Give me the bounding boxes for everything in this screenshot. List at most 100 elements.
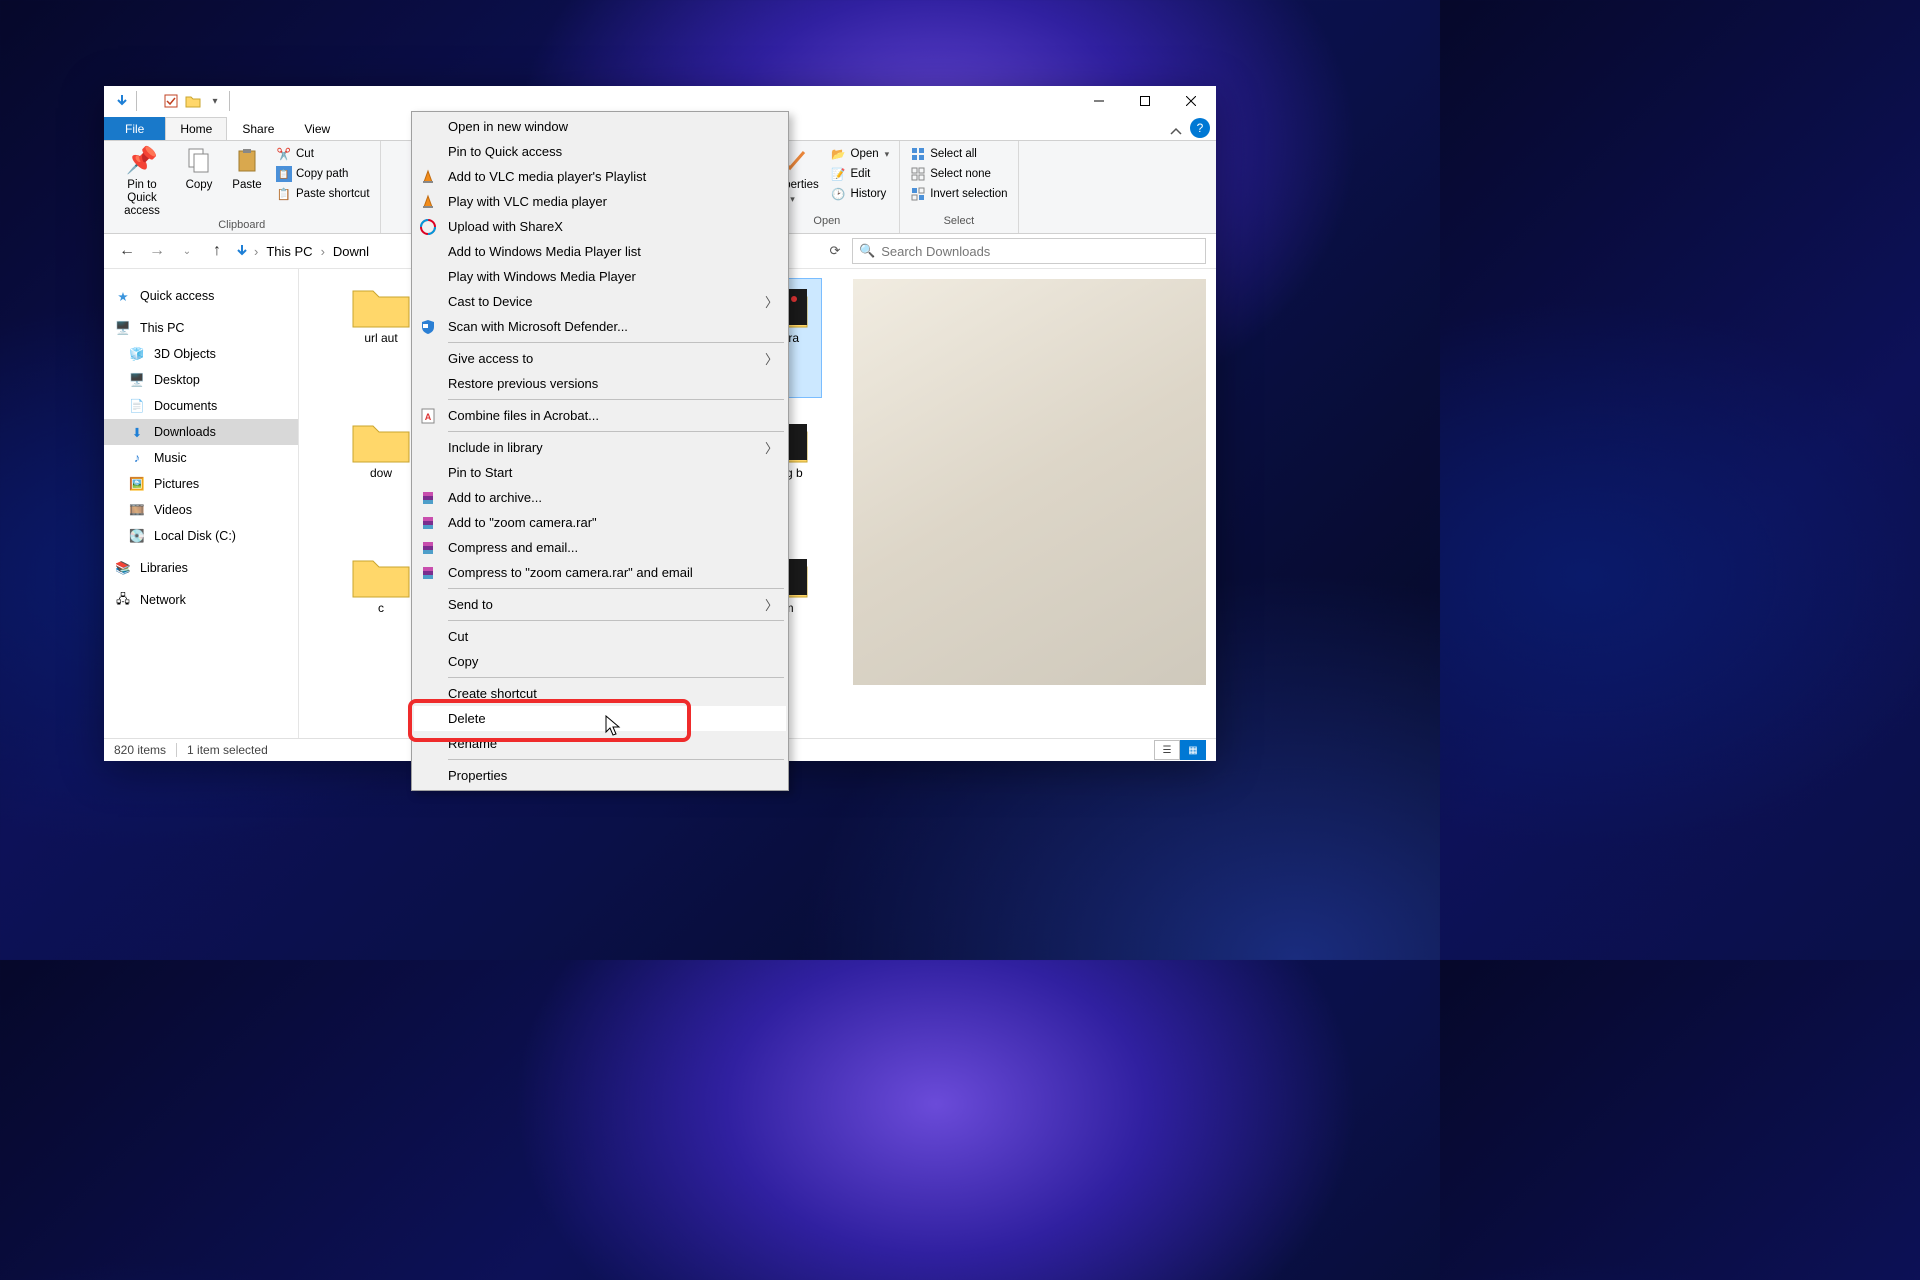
- context-item-send-to[interactable]: Send to〉: [414, 592, 786, 617]
- details-view-button[interactable]: ☰: [1154, 740, 1180, 760]
- context-item-cast-to-device[interactable]: Cast to Device〉: [414, 289, 786, 314]
- context-item-add-to-zoom-camera-rar[interactable]: Add to "zoom camera.rar": [414, 510, 786, 535]
- context-item-add-to-vlc-media-player-s-playlist[interactable]: Add to VLC media player's Playlist: [414, 164, 786, 189]
- context-item-play-with-vlc-media-player[interactable]: Play with VLC media player: [414, 189, 786, 214]
- nav-network[interactable]: 🖧Network: [104, 587, 298, 613]
- context-item-include-in-library[interactable]: Include in library〉: [414, 435, 786, 460]
- chevron-right-icon: 〉: [765, 595, 778, 614]
- defender-icon: [418, 317, 438, 337]
- maximize-button[interactable]: [1122, 86, 1168, 116]
- open-button[interactable]: 📂Open▾: [829, 145, 892, 163]
- pin-quick-access-button[interactable]: 📌 Pin to Quick access: [112, 145, 172, 219]
- context-item-label: Scan with Microsoft Defender...: [448, 319, 628, 334]
- chevron-right-icon[interactable]: ›: [254, 244, 258, 259]
- context-item-compress-to-zoom-camera-rar-and-email[interactable]: Compress to "zoom camera.rar" and email: [414, 560, 786, 585]
- tab-file[interactable]: File: [104, 117, 165, 140]
- minimize-button[interactable]: [1076, 86, 1122, 116]
- context-item-open-in-new-window[interactable]: Open in new window: [414, 114, 786, 139]
- copy-button[interactable]: Copy: [178, 145, 220, 192]
- context-item-add-to-archive[interactable]: Add to archive...: [414, 485, 786, 510]
- documents-icon: 📄: [128, 397, 146, 415]
- chevron-right-icon[interactable]: ›: [321, 244, 325, 259]
- paste-shortcut-button[interactable]: 📋Paste shortcut: [274, 185, 372, 203]
- nav-desktop[interactable]: 🖥️Desktop: [104, 367, 298, 393]
- nav-quick-access[interactable]: ★Quick access: [104, 283, 298, 309]
- context-item-pin-to-start[interactable]: Pin to Start: [414, 460, 786, 485]
- context-item-rename[interactable]: Rename: [414, 731, 786, 756]
- search-input[interactable]: 🔍 Search Downloads: [852, 238, 1206, 264]
- forward-button[interactable]: →: [144, 238, 170, 264]
- up-button[interactable]: ↑: [204, 238, 230, 264]
- context-item-combine-files-in-acrobat[interactable]: ACombine files in Acrobat...: [414, 403, 786, 428]
- context-item-give-access-to[interactable]: Give access to〉: [414, 346, 786, 371]
- group-clipboard: 📌 Pin to Quick access Copy Paste ✂️Cut 📋…: [104, 141, 381, 233]
- preview-pane: [853, 279, 1206, 685]
- nav-this-pc[interactable]: 🖥️This PC: [104, 315, 298, 341]
- context-item-restore-previous-versions[interactable]: Restore previous versions: [414, 371, 786, 396]
- close-button[interactable]: [1168, 86, 1214, 116]
- nav-videos[interactable]: 🎞️Videos: [104, 497, 298, 523]
- label: Select none: [930, 168, 991, 180]
- separator: [229, 91, 250, 111]
- cut-button[interactable]: ✂️Cut: [274, 145, 372, 163]
- nav-local-disk[interactable]: 💽Local Disk (C:): [104, 523, 298, 549]
- nav-documents[interactable]: 📄Documents: [104, 393, 298, 419]
- rar-icon: [418, 513, 438, 533]
- icons-view-button[interactable]: ▦: [1180, 740, 1206, 760]
- refresh-button[interactable]: ⟳: [822, 238, 848, 264]
- context-item-properties[interactable]: Properties: [414, 763, 786, 788]
- paste-button[interactable]: Paste: [226, 145, 268, 192]
- view-buttons: ☰ ▦: [1154, 740, 1206, 760]
- folder-open-icon: 📂: [831, 146, 847, 162]
- context-item-cut[interactable]: Cut: [414, 624, 786, 649]
- context-item-create-shortcut[interactable]: Create shortcut: [414, 681, 786, 706]
- select-small: Select all Select none Invert selection: [908, 145, 1009, 203]
- context-item-compress-and-email[interactable]: Compress and email...: [414, 535, 786, 560]
- tab-view[interactable]: View: [289, 117, 345, 140]
- qat-dropdown-icon[interactable]: ▾: [205, 91, 225, 111]
- context-menu[interactable]: Open in new windowPin to Quick accessAdd…: [411, 111, 789, 791]
- context-item-upload-with-sharex[interactable]: Upload with ShareX: [414, 214, 786, 239]
- breadcrumb-downloads[interactable]: Downl: [329, 242, 373, 261]
- download-arrow-icon: [234, 243, 250, 259]
- breadcrumb-this-pc[interactable]: This PC: [262, 242, 316, 261]
- nav-3d-objects[interactable]: 🧊3D Objects: [104, 341, 298, 367]
- checkbox-icon[interactable]: [161, 91, 181, 111]
- group-label: Clipboard: [218, 219, 265, 233]
- context-item-add-to-windows-media-player-list[interactable]: Add to Windows Media Player list: [414, 239, 786, 264]
- invert-selection-button[interactable]: Invert selection: [908, 185, 1009, 203]
- select-all-button[interactable]: Select all: [908, 145, 1009, 163]
- context-item-label: Upload with ShareX: [448, 219, 563, 234]
- edit-button[interactable]: 📝Edit: [829, 165, 892, 183]
- copy-path-button[interactable]: 📋Copy path: [274, 165, 372, 183]
- blank-icon: [418, 709, 438, 729]
- context-item-delete[interactable]: Delete: [414, 706, 786, 731]
- tab-share[interactable]: Share: [227, 117, 289, 140]
- label: Paste shortcut: [296, 188, 370, 200]
- blank-icon: [418, 627, 438, 647]
- back-button[interactable]: ←: [114, 238, 140, 264]
- context-item-scan-with-microsoft-defender[interactable]: Scan with Microsoft Defender...: [414, 314, 786, 339]
- nav-pictures[interactable]: 🖼️Pictures: [104, 471, 298, 497]
- context-item-play-with-windows-media-player[interactable]: Play with Windows Media Player: [414, 264, 786, 289]
- nav-downloads[interactable]: ⬇Downloads: [104, 419, 298, 445]
- context-item-label: Add to Windows Media Player list: [448, 244, 641, 259]
- context-item-pin-to-quick-access[interactable]: Pin to Quick access: [414, 139, 786, 164]
- context-separator: [448, 588, 784, 589]
- edit-icon: 📝: [831, 166, 847, 182]
- label: Pin to Quick access: [112, 179, 172, 219]
- select-none-button[interactable]: Select none: [908, 165, 1009, 183]
- nav-libraries[interactable]: 📚Libraries: [104, 555, 298, 581]
- collapse-ribbon-button[interactable]: [1162, 124, 1190, 140]
- folder-icon[interactable]: [183, 91, 203, 111]
- help-button[interactable]: ?: [1190, 118, 1210, 138]
- history-button[interactable]: 🕑History: [829, 185, 892, 203]
- recent-dropdown[interactable]: ⌄: [174, 238, 200, 264]
- nav-music[interactable]: ♪Music: [104, 445, 298, 471]
- label: Copy path: [296, 168, 348, 180]
- disk-icon: 💽: [128, 527, 146, 545]
- context-item-copy[interactable]: Copy: [414, 649, 786, 674]
- nav-pane[interactable]: ★Quick access 🖥️This PC 🧊3D Objects 🖥️De…: [104, 269, 299, 738]
- context-item-label: Cut: [448, 629, 468, 644]
- tab-home[interactable]: Home: [165, 117, 227, 140]
